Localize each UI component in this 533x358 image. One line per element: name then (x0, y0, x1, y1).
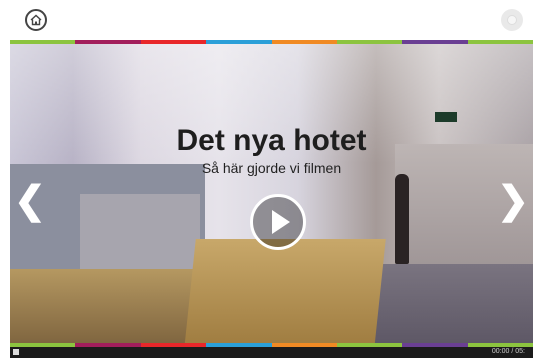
chevron-left-icon: ❮ (14, 180, 46, 222)
control-play-button[interactable] (13, 349, 19, 355)
home-icon (30, 14, 42, 26)
desk (184, 239, 386, 343)
video-controls: 00:00 / 05: (10, 347, 533, 358)
chevron-right-icon: ❯ (497, 180, 529, 222)
home-button[interactable] (25, 9, 47, 31)
next-slide-button[interactable]: ❯ (497, 182, 529, 220)
top-bar (0, 0, 533, 40)
play-button[interactable] (250, 194, 306, 250)
play-icon (271, 210, 290, 234)
prev-slide-button[interactable]: ❮ (14, 182, 46, 220)
desk-left (10, 269, 200, 343)
menu-button[interactable] (501, 9, 523, 31)
video-title: Det nya hotet (176, 124, 367, 157)
timecode: 00:00 / 05: (491, 348, 525, 355)
exit-sign (435, 112, 457, 122)
person (395, 174, 409, 264)
menu-icon (507, 15, 517, 25)
video-player[interactable]: Det nya hotet Så här gjorde vi filmen ❮ … (10, 44, 533, 343)
video-subtitle: Så här gjorde vi filmen (201, 160, 342, 176)
